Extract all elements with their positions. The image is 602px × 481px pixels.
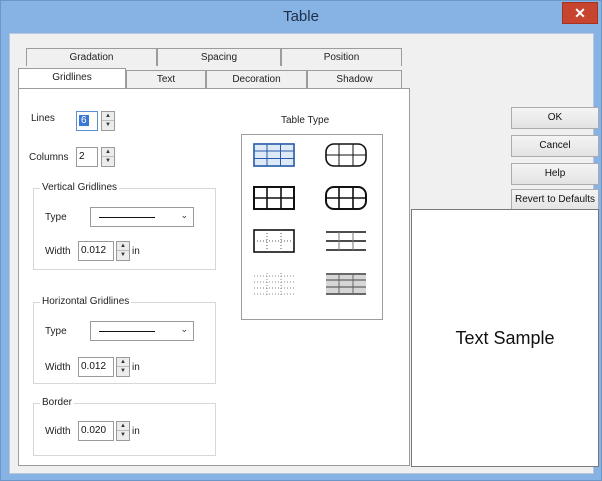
table-type-rounded-bold-grid-option[interactable] [325,186,367,210]
close-button[interactable]: ✕ [562,2,598,24]
table-type-rounded-full-grid-option[interactable] [325,143,367,167]
gridlines-panel: Lines 6 ▲ ▼ Columns 2 ▲ ▼ Vertical Gridl… [18,88,410,466]
table-type-dotted-grid-option[interactable] [253,272,295,296]
table-type-outline-dotted-grid-option[interactable] [253,229,295,253]
table-dotted-grid-icon [254,273,294,295]
spin-down-icon[interactable]: ▼ [102,121,114,130]
table-horizontal-lines-icon [326,231,366,251]
ok-button[interactable]: OK [511,107,599,129]
horizontal-width-spinner[interactable]: ▲ ▼ [116,357,130,377]
horizontal-type-select[interactable]: ⌄ [90,321,194,341]
border-group: Border Width 0.020 ▲ ▼ in [33,397,216,456]
table-type-bold-grid-option[interactable] [253,186,295,210]
tab-decoration[interactable]: Decoration [206,70,307,88]
tab-gradation[interactable]: Gradation [26,48,157,66]
border-width-input[interactable]: 0.020 [78,421,114,441]
tab-label: Spacing [200,52,238,63]
spin-up-icon[interactable]: ▲ [117,242,129,251]
lines-input[interactable]: 6 [76,111,98,131]
columns-label: Columns [29,152,69,163]
vertical-width-spinner[interactable]: ▲ ▼ [116,241,130,261]
spin-up-icon[interactable]: ▲ [117,422,129,431]
border-title: Border [40,397,75,408]
tab-spacing[interactable]: Spacing [157,48,281,66]
lines-spinner[interactable]: ▲ ▼ [101,111,115,131]
dialog-client-area: Gradation Spacing Position Gridlines Tex… [9,33,599,474]
dialog-window: Table ✕ Gradation Spacing Position Gridl… [0,0,602,481]
lines-label: Lines [31,113,55,124]
border-width-label: Width [45,426,71,437]
spin-up-icon[interactable]: ▲ [117,358,129,367]
table-full-grid-icon [253,143,295,167]
vertical-type-label: Type [45,212,67,223]
revert-to-defaults-button[interactable]: Revert to Defaults [511,189,599,211]
lines-value: 6 [79,115,89,126]
border-width-spinner[interactable]: ▲ ▼ [116,421,130,441]
spin-down-icon[interactable]: ▼ [117,251,129,260]
horizontal-width-input[interactable]: 0.012 [78,357,114,377]
tab-position[interactable]: Position [281,48,402,66]
columns-input[interactable]: 2 [76,147,98,167]
spin-down-icon[interactable]: ▼ [117,367,129,376]
table-bold-grid-icon [253,186,295,210]
vertical-width-unit: in [132,246,140,257]
tab-label: Gridlines [52,72,92,83]
table-rounded-bold-grid-icon [325,186,367,210]
vertical-gridlines-group: Vertical Gridlines Type ⌄ Width 0.012 ▲ … [33,182,216,270]
line-style-preview [99,217,155,218]
table-type-title: Table Type [281,115,330,126]
tab-label: Gradation [69,52,114,63]
tab-label: Text [156,74,176,85]
tab-gridlines[interactable]: Gridlines [18,68,126,88]
text-sample-preview: Text Sample [411,209,599,467]
horizontal-type-label: Type [45,326,67,337]
text-sample-label: Text Sample [455,328,555,348]
spin-up-icon[interactable]: ▲ [102,112,114,121]
table-type-horizontal-lines-option[interactable] [325,229,367,253]
vertical-type-select[interactable]: ⌄ [90,207,194,227]
border-width-unit: in [132,426,140,437]
horizontal-gridlines-title: Horizontal Gridlines [40,296,132,307]
tab-shadow[interactable]: Shadow [307,70,402,88]
horizontal-width-unit: in [132,362,140,373]
title-bar[interactable]: Table ✕ [1,1,601,33]
tab-label: Position [323,52,360,63]
table-shaded-lines-icon [326,273,366,295]
close-icon: ✕ [574,5,586,21]
table-outline-dotted-icon [253,229,295,253]
horizontal-gridlines-group: Horizontal Gridlines Type ⌄ Width 0.012 … [33,296,216,384]
line-style-preview [99,331,155,332]
tab-label: Decoration [232,74,281,85]
horizontal-width-label: Width [45,362,71,373]
spin-down-icon[interactable]: ▼ [102,157,114,166]
table-type-shaded-lines-option[interactable] [325,272,367,296]
table-type-full-grid-option[interactable] [253,143,295,167]
spin-up-icon[interactable]: ▲ [102,148,114,157]
table-rounded-grid-icon [325,143,367,167]
spin-down-icon[interactable]: ▼ [117,431,129,440]
tab-text[interactable]: Text [126,70,206,88]
window-title: Table [283,8,319,25]
vertical-width-input[interactable]: 0.012 [78,241,114,261]
chevron-down-icon: ⌄ [180,324,188,334]
cancel-button[interactable]: Cancel [511,135,599,157]
vertical-gridlines-title: Vertical Gridlines [40,182,120,193]
vertical-width-label: Width [45,246,71,257]
columns-spinner[interactable]: ▲ ▼ [101,147,115,167]
table-type-picker [241,134,383,320]
help-button[interactable]: Help [511,163,599,185]
tab-label: Shadow [336,74,373,85]
chevron-down-icon: ⌄ [180,210,188,220]
